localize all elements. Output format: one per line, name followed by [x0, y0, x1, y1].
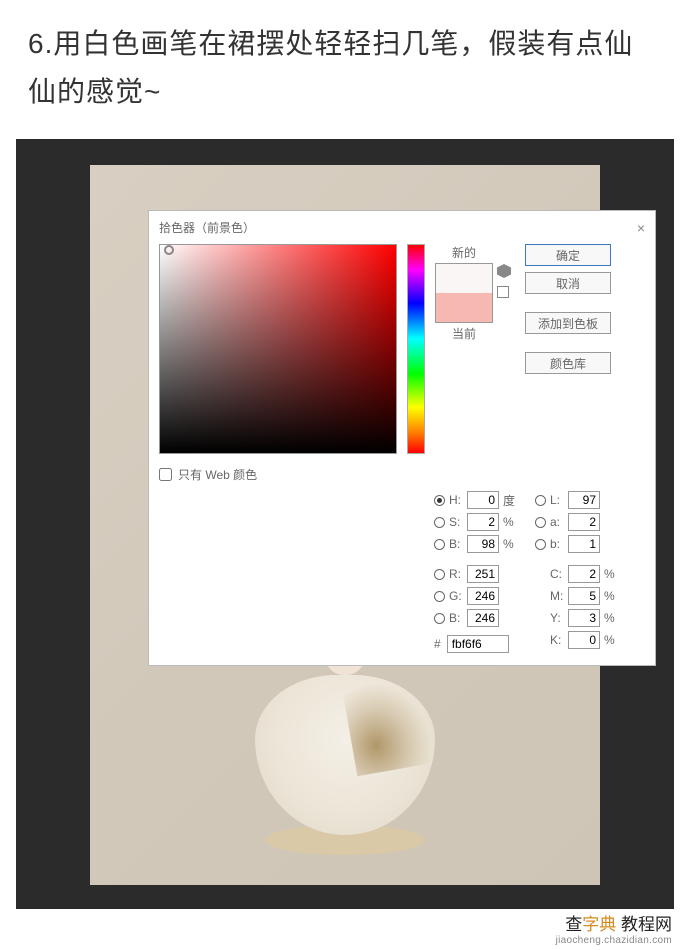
y-row: Y: % [535, 609, 618, 627]
c-input[interactable] [568, 565, 600, 583]
figure-wheat [342, 674, 436, 777]
g-radio[interactable] [434, 591, 445, 602]
web-only-checkbox[interactable] [159, 468, 172, 481]
r-radio[interactable] [434, 569, 445, 580]
h-unit: 度 [503, 492, 517, 509]
swatch-current-color [436, 293, 492, 322]
b-hsb-label: B: [449, 537, 463, 551]
r-input[interactable] [467, 565, 499, 583]
gamut-warning-icon[interactable] [497, 264, 511, 278]
k-unit: % [604, 633, 618, 647]
s-row: S: % [434, 513, 517, 531]
hex-input[interactable] [447, 635, 509, 653]
b-hsb-radio[interactable] [434, 539, 445, 550]
b-lab-row: b: [535, 535, 618, 553]
k-label: K: [550, 633, 564, 647]
s-radio[interactable] [434, 517, 445, 528]
b-lab-radio[interactable] [535, 539, 546, 550]
web-only-checkbox-row[interactable]: 只有 Web 颜色 [159, 466, 397, 483]
c-label: C: [550, 567, 564, 581]
brand-prefix: 查 [565, 915, 582, 934]
swatch-new-color [436, 264, 492, 293]
color-swatch [435, 263, 493, 323]
close-icon[interactable]: × [637, 220, 645, 236]
brand-accent: 字典 [582, 915, 616, 934]
dialog-title: 拾色器（前景色） [159, 219, 255, 236]
cancel-button[interactable]: 取消 [525, 272, 611, 294]
color-picker-dialog: 拾色器（前景色） × 只有 Web 颜色 新的 当前 [148, 210, 656, 666]
b-rgb-radio[interactable] [434, 613, 445, 624]
l-label: L: [550, 493, 564, 507]
swatch-new-label: 新的 [452, 244, 476, 261]
instruction-text: 6.用白色画笔在裙摆处轻轻扫几笔，假装有点仙仙的感觉~ [0, 0, 690, 139]
swatch-current-label: 当前 [452, 325, 476, 342]
a-radio[interactable] [535, 517, 546, 528]
b-hsb-unit: % [503, 537, 517, 551]
hue-slider[interactable] [407, 244, 425, 454]
l-input[interactable] [568, 491, 600, 509]
b-rgb-input[interactable] [467, 609, 499, 627]
a-input[interactable] [568, 513, 600, 531]
lab-cmyk-column: L: a: b: C: % [535, 491, 618, 653]
l-row: L: [535, 491, 618, 509]
brand-suffix: 教程网 [616, 915, 672, 934]
websafe-warning-icon[interactable] [497, 286, 509, 298]
c-unit: % [604, 567, 618, 581]
l-radio[interactable] [535, 495, 546, 506]
y-label: Y: [550, 611, 564, 625]
b-rgb-label: B: [449, 611, 463, 625]
add-swatch-button[interactable]: 添加到色板 [525, 312, 611, 334]
a-label: a: [550, 515, 564, 529]
h-input[interactable] [467, 491, 499, 509]
b-hsb-row: B: % [434, 535, 517, 553]
g-row: G: [434, 587, 517, 605]
k-input[interactable] [568, 631, 600, 649]
h-label: H: [449, 493, 463, 507]
hsb-rgb-column: H: 度 S: % B: % R: [434, 491, 517, 653]
color-library-button[interactable]: 颜色库 [525, 352, 611, 374]
h-row: H: 度 [434, 491, 517, 509]
s-unit: % [503, 515, 517, 529]
b-lab-label: b: [550, 537, 564, 551]
g-input[interactable] [467, 587, 499, 605]
hex-label: # [434, 637, 441, 651]
watermark: 查字典 教程网 jiaocheng.chazidian.com [556, 910, 672, 946]
k-row: K: % [535, 631, 618, 649]
m-row: M: % [535, 587, 618, 605]
h-radio[interactable] [434, 495, 445, 506]
y-unit: % [604, 611, 618, 625]
y-input[interactable] [568, 609, 600, 627]
watermark-url: jiaocheng.chazidian.com [556, 935, 672, 946]
dialog-titlebar[interactable]: 拾色器（前景色） × [149, 211, 655, 244]
b-hsb-input[interactable] [467, 535, 499, 553]
s-label: S: [449, 515, 463, 529]
c-row: C: % [535, 565, 618, 583]
r-label: R: [449, 567, 463, 581]
s-input[interactable] [467, 513, 499, 531]
b-rgb-row: B: [434, 609, 517, 627]
web-only-label: 只有 Web 颜色 [178, 466, 257, 483]
a-row: a: [535, 513, 618, 531]
m-label: M: [550, 589, 564, 603]
saturation-value-field[interactable] [159, 244, 397, 454]
ok-button[interactable]: 确定 [525, 244, 611, 266]
sv-cursor-icon [164, 245, 174, 255]
b-lab-input[interactable] [568, 535, 600, 553]
m-input[interactable] [568, 587, 600, 605]
r-row: R: [434, 565, 517, 583]
m-unit: % [604, 589, 618, 603]
g-label: G: [449, 589, 463, 603]
hex-row: # [434, 635, 517, 653]
